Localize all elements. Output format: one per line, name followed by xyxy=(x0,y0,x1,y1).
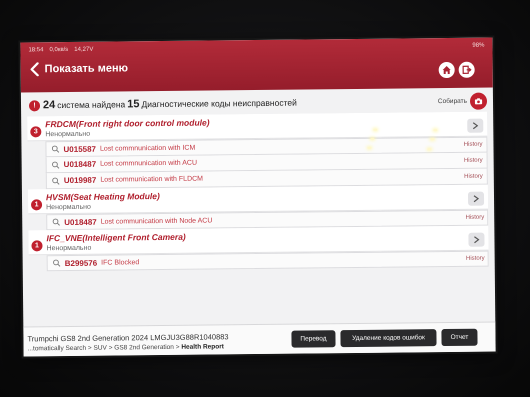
header-bar: 18:54 0,0кв/s 14,27V 98% Показать меню xyxy=(20,37,493,93)
module-dtc-count-badge: 1 xyxy=(31,199,43,211)
chevron-right-icon xyxy=(473,195,480,203)
history-link[interactable]: History xyxy=(464,157,483,163)
translate-button[interactable]: Перевод xyxy=(291,330,336,348)
module-dtc-count-badge: 3 xyxy=(30,126,42,138)
screen-glare xyxy=(370,137,375,140)
dtc-description: Lost communication with Node ACU xyxy=(100,216,213,226)
exit-icon xyxy=(462,65,472,74)
dtc-description: Lost commnunication with ACU xyxy=(100,159,198,168)
history-link[interactable]: History xyxy=(464,142,483,148)
collect-link[interactable]: Собирать xyxy=(438,97,467,104)
dtc-row[interactable]: B299576 IFC Blocked xyxy=(46,250,489,272)
alert-badge: ! xyxy=(28,99,41,111)
search-icon xyxy=(52,161,60,169)
status-battery: 98% xyxy=(472,42,485,49)
history-link[interactable]: History xyxy=(466,256,485,262)
search-icon xyxy=(52,218,60,226)
breadcrumb-path: ...tomatically Search > SUV > GS8 2nd Ge… xyxy=(27,343,182,353)
search-icon xyxy=(53,259,61,267)
breadcrumb: ...tomatically Search > SUV > GS8 2nd Ge… xyxy=(28,343,224,352)
search-icon xyxy=(51,145,60,153)
dtc-code: B299576 xyxy=(64,258,98,268)
history-link[interactable]: History xyxy=(464,173,483,179)
home-icon xyxy=(442,66,451,75)
report-button[interactable]: Отчет xyxy=(441,328,478,347)
codes-text: Диагностические коды неисправностей xyxy=(141,97,297,110)
status-bar: 18:54 0,0кв/s 14,27V 98% xyxy=(28,41,484,56)
chevron-right-icon xyxy=(474,236,480,244)
camera-button[interactable] xyxy=(469,92,488,110)
status-network: 0,0кв/s xyxy=(49,46,69,54)
screen-glare xyxy=(367,146,372,149)
back-arrow-icon[interactable] xyxy=(29,61,41,77)
exit-button[interactable] xyxy=(458,61,475,78)
dtc-code: U018487 xyxy=(64,217,97,227)
systems-text: система найдена xyxy=(57,99,126,111)
screen-glare xyxy=(433,129,438,132)
module-expand-button[interactable] xyxy=(467,118,484,133)
dtc-description: Lost communication with FLDCM xyxy=(100,175,204,184)
camera-icon xyxy=(474,98,483,105)
dtc-code: U019987 xyxy=(63,175,97,186)
chevron-right-icon xyxy=(472,122,479,130)
status-voltage: 14,27V xyxy=(74,46,94,53)
codes-count: 15 xyxy=(127,98,140,111)
dtc-description: Lost commnunication with ICM xyxy=(99,144,196,153)
tablet-screen: 18:54 0,0кв/s 14,27V 98% Показать меню !… xyxy=(20,37,496,357)
module-expand-button[interactable] xyxy=(468,232,485,247)
home-button[interactable] xyxy=(438,61,455,79)
bottom-bar: Trumpchi GS8 2nd Generation 2024 LMGJU3G… xyxy=(23,321,496,357)
clear-codes-button[interactable]: Удаление кодов ошибок xyxy=(340,329,437,348)
dtc-description: IFC Blocked xyxy=(101,258,140,267)
dtc-list: 3 FRDCM(Front right door control module)… xyxy=(27,111,489,327)
dtc-code: U015587 xyxy=(63,144,97,154)
page-title: Показать меню xyxy=(44,62,129,76)
module-expand-button[interactable] xyxy=(467,191,485,206)
module-dtc-count-badge: 1 xyxy=(31,240,43,252)
screen-glare xyxy=(373,128,378,131)
systems-count: 24 xyxy=(42,99,56,112)
screen-glare xyxy=(427,148,432,151)
vehicle-info: Trumpchi GS8 2nd Generation 2024 LMGJU3G… xyxy=(27,332,229,344)
screen-glare xyxy=(430,138,435,141)
summary-line: ! 24 система найдена 15 Диагностические … xyxy=(28,92,488,114)
dtc-code: U018487 xyxy=(63,159,97,170)
breadcrumb-current: Health Report xyxy=(181,343,224,351)
history-link[interactable]: History xyxy=(466,215,485,221)
search-icon xyxy=(52,177,60,185)
status-time: 18:54 xyxy=(28,47,44,54)
